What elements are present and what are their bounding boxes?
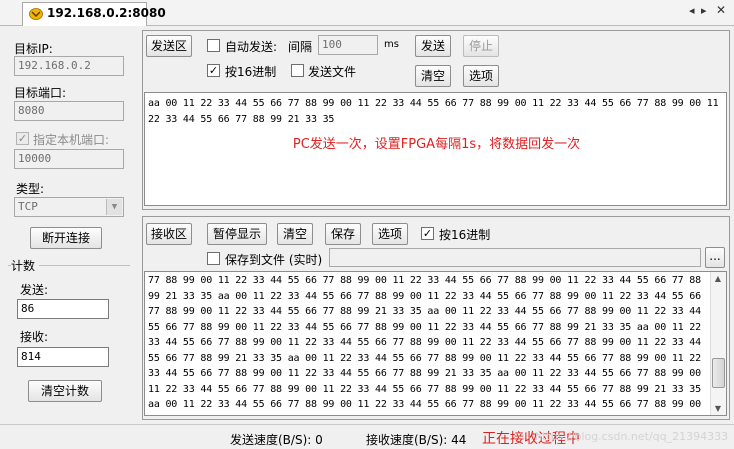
disconnect-button[interactable]: 断开连接: [30, 227, 102, 249]
recv-speed: 接收速度(B/S): 44: [366, 433, 467, 447]
recv-content: 77 88 99 00 11 22 33 44 55 66 77 88 99 0…: [148, 275, 701, 415]
browse-button[interactable]: ...: [705, 247, 725, 268]
recv-clear-button[interactable]: 清空: [277, 223, 313, 245]
auto-send-checkbox[interactable]: [207, 39, 220, 52]
send-file-label: 发送文件: [308, 65, 357, 79]
target-ip-field[interactable]: 192.168.0.2: [14, 56, 124, 76]
send-file-checkbox[interactable]: [291, 64, 304, 77]
local-port-field[interactable]: 10000: [14, 149, 124, 169]
save-to-file-label: 保存到文件 (实时): [225, 253, 323, 267]
scroll-down-icon[interactable]: ▼: [711, 404, 725, 413]
send-speed: 发送速度(B/S): 0: [230, 433, 323, 447]
interval-unit: ms: [384, 39, 399, 50]
stop-button[interactable]: 停止: [463, 35, 499, 57]
connection-tab[interactable]: 192.168.0.2:8080: [22, 2, 166, 26]
target-port-field[interactable]: 8080: [14, 101, 124, 121]
save-to-file-checkbox[interactable]: [207, 252, 220, 265]
clear-count-button[interactable]: 清空计数: [28, 380, 102, 402]
type-label: 类型:: [16, 182, 45, 196]
send-count-field[interactable]: 86: [17, 299, 109, 319]
send-annotation: PC发送一次，设置FPGA每隔1s，将数据回发一次: [292, 137, 581, 152]
auto-send-label: 自动发送:: [225, 40, 278, 54]
save-file-path-input[interactable]: [329, 248, 701, 267]
recv-text-area[interactable]: 77 88 99 00 11 22 33 44 55 66 77 88 99 0…: [144, 271, 727, 416]
connection-icon: [29, 8, 43, 20]
target-port-label: 目标端口:: [14, 86, 67, 100]
recv-hex-label: 按16进制: [439, 228, 491, 242]
tab-bar: 192.168.0.2:8080 ◂ ▸ ✕: [0, 0, 734, 26]
send-options-button[interactable]: 选项: [463, 65, 499, 87]
recv-count-field[interactable]: 814: [17, 347, 109, 367]
interval-label: 间隔: [288, 40, 313, 54]
scroll-up-icon[interactable]: ▲: [711, 274, 725, 283]
tab-prev-icon[interactable]: ◂: [689, 4, 695, 17]
watermark: https://blog.csdn.net/qq_21394333: [535, 430, 729, 443]
chevron-down-icon: ▼: [106, 199, 122, 215]
recv-count-label: 接收:: [20, 330, 49, 344]
tab-title: 192.168.0.2:8080: [47, 6, 166, 20]
tab-next-icon[interactable]: ▸: [701, 4, 707, 17]
send-text-area[interactable]: aa 00 11 22 33 44 55 66 77 88 99 00 11 2…: [144, 92, 727, 206]
interval-input[interactable]: 100: [318, 35, 378, 55]
send-area-button[interactable]: 发送区: [146, 35, 192, 57]
count-group-title: 计数: [11, 257, 40, 274]
local-port-checkbox[interactable]: ✓: [16, 132, 29, 145]
send-clear-button[interactable]: 清空: [415, 65, 451, 87]
save-button[interactable]: 保存: [325, 223, 361, 245]
recv-scrollbar[interactable]: ▲ ▼: [710, 272, 726, 415]
local-port-label: 指定本机端口:: [33, 133, 110, 147]
recv-options-button[interactable]: 选项: [372, 223, 408, 245]
scroll-thumb[interactable]: [712, 358, 725, 389]
recv-area-button[interactable]: 接收区: [146, 223, 192, 245]
send-hex-checkbox[interactable]: ✓: [207, 64, 220, 77]
send-button[interactable]: 发送: [415, 35, 451, 57]
send-hex-label: 按16进制: [225, 65, 277, 79]
recv-hex-checkbox[interactable]: ✓: [421, 227, 434, 240]
send-content: aa 00 11 22 33 44 55 66 77 88 99 00 11 2…: [148, 98, 725, 125]
send-count-label: 发送:: [20, 283, 49, 297]
pause-display-button[interactable]: 暂停显示: [207, 223, 267, 245]
type-select[interactable]: TCP ▼: [14, 197, 124, 217]
type-value: TCP: [18, 200, 38, 213]
target-ip-label: 目标IP:: [14, 42, 53, 56]
status-bar: 发送速度(B/S): 0 接收速度(B/S): 44 正在接收过程中 https…: [0, 424, 734, 449]
tab-close-icon[interactable]: ✕: [716, 3, 726, 17]
